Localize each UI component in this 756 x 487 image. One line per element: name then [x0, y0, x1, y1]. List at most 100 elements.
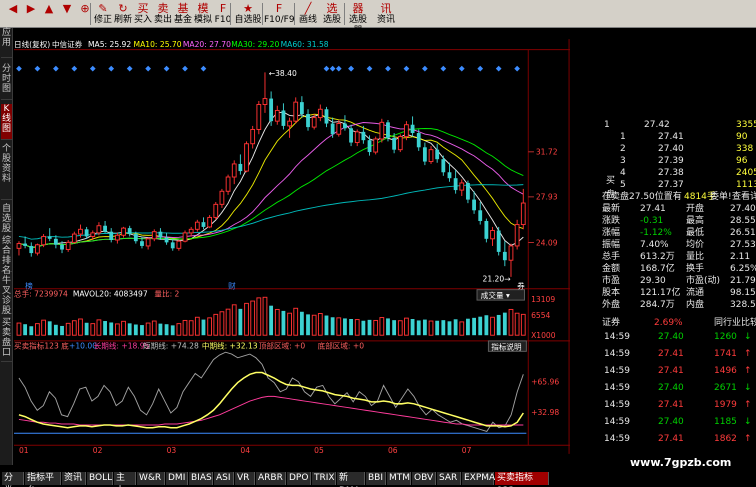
toolbar-button-7[interactable]: 买买入	[132, 1, 154, 27]
volume-bar	[502, 312, 507, 336]
toolbar-separator	[344, 3, 345, 25]
candle-body	[502, 251, 507, 261]
indicator-line2-label: 长期线: +18.95	[94, 340, 150, 350]
draw-icon: ╱	[304, 2, 312, 15]
indicator-tab-12[interactable]: TRIX	[312, 472, 336, 485]
volume-bar	[299, 311, 304, 336]
indicator-tab-17[interactable]: SAR	[437, 472, 461, 485]
bid-level: 5	[620, 180, 626, 190]
volume-bar	[176, 323, 182, 336]
sidebar-item-1[interactable]: 分时图	[1, 64, 12, 100]
indicator-tab-19[interactable]: 买卖指标123	[495, 472, 549, 487]
indicator-tab-16[interactable]: OBV	[412, 472, 436, 485]
indicator-tab-15[interactable]: MTM	[387, 472, 411, 485]
stat-value-2: 328.5	[730, 300, 756, 310]
candle-body	[182, 232, 188, 242]
x-axis-label-05: 05	[314, 446, 324, 455]
toolbar-button-13[interactable]: F F10/F9	[264, 1, 295, 27]
indicator-tab-18[interactable]: EXPMA	[462, 472, 495, 485]
indicator-tab-11[interactable]: DPO	[287, 472, 311, 485]
price-label-27-93: 27.93	[536, 193, 558, 202]
quote-panel: 127.423355买盘127.4190227.40338327.3996427…	[600, 28, 756, 465]
toolbar-button-5[interactable]: ✎ 修正	[92, 1, 114, 27]
candle-body	[330, 123, 335, 135]
volume-bar	[47, 321, 52, 336]
sidebar-item-3[interactable]: 个股资料	[1, 144, 12, 200]
volume-bar	[103, 321, 107, 336]
toolbar: ◀ ▶ ▲ ▼ ⊕ ✎ 修正 ↻ 刷新买买入卖卖出基基金模模拟 F F10 ★ 自选股 F F10/F9 ╱ 画…	[0, 0, 756, 36]
volume-bar	[53, 324, 58, 336]
candle-body	[176, 240, 182, 249]
indicator-tab-7[interactable]: BIAS	[189, 472, 213, 485]
indicator-tab-6[interactable]: DMI	[166, 472, 188, 485]
indicator-tab-10[interactable]: ARBR	[256, 472, 286, 485]
indicator-tab-3[interactable]: BOLL	[87, 472, 113, 485]
stat-row: 金额 168.7亿 换手 6.25%	[600, 264, 756, 275]
tick-price: 27.41	[658, 400, 684, 410]
indicator-tab-5[interactable]: W&R	[137, 472, 165, 485]
sidebar-item-2[interactable]: K线图	[1, 104, 12, 140]
bid-level: 2	[620, 144, 626, 154]
indicator-tab-13[interactable]: 新DMA	[337, 472, 365, 487]
candle-body	[324, 109, 329, 124]
tick-row: 14:59 27.40 1260 ↓	[600, 332, 756, 343]
toolbar-button-14[interactable]: ╱ 画线	[296, 1, 320, 27]
sidebar-item-4[interactable]: 自选股	[1, 204, 12, 234]
toolbar-button-12[interactable]: ★ 自选股	[234, 1, 262, 27]
stat-value-1: -0.31	[640, 216, 664, 226]
indicator-tab-14[interactable]: BBI	[366, 472, 386, 485]
indicator-tab-2[interactable]: 资讯	[62, 472, 86, 485]
volume-bar	[330, 317, 335, 336]
sidebar-item-6[interactable]: 牛叉诊股	[1, 276, 12, 316]
toolbar-button-9[interactable]: 基基金	[172, 1, 194, 27]
toolbar-button-17[interactable]: 讯资讯	[374, 1, 398, 27]
volume-bar	[158, 323, 163, 336]
volume-bar	[435, 320, 440, 336]
tick-row: 14:59 27.40 1185 ↓	[600, 417, 756, 428]
volume-bar	[343, 318, 347, 336]
tick-volume: 1979	[714, 400, 737, 410]
candle-body	[23, 243, 28, 246]
candle-body	[306, 114, 310, 128]
volume-total-label: 总手: 7239974	[14, 288, 68, 298]
left-sidebar: 应用分时图 K线图个股资料自选股综合排名 牛叉诊股买卖盘口	[0, 28, 13, 465]
volume-bar	[60, 325, 64, 336]
candle-body	[250, 128, 256, 145]
volume-bar	[349, 319, 353, 336]
toolbar-button-10[interactable]: 模模拟	[192, 1, 214, 27]
sell-icon: 卖	[157, 2, 169, 15]
stat-value-2: 26.51	[730, 228, 756, 238]
candle-body	[109, 231, 114, 241]
sidebar-item-7[interactable]: 买卖盘口	[1, 318, 12, 362]
indicator-tab-8[interactable]: ASI	[214, 472, 234, 485]
toolbar-button-label: 基金	[173, 15, 192, 25]
volume-bar	[281, 310, 286, 336]
toolbar-button-16[interactable]: 器选股器	[346, 1, 370, 36]
indicator-line5-label: 顶部区域: +0	[259, 340, 306, 350]
candle-body	[140, 241, 144, 246]
stat-value-2: 27.40	[730, 204, 756, 214]
candle-body	[428, 149, 434, 163]
sidebar-item-0[interactable]: 应用	[1, 28, 12, 58]
candle-body	[145, 238, 151, 247]
up-arrow-icon: ↑	[744, 400, 752, 410]
indicator-tab-1[interactable]: 指标平台	[25, 472, 61, 487]
sidebar-item-5[interactable]: 综合排名	[1, 236, 12, 276]
info-action: 委单!	[710, 192, 732, 202]
up-arrow-icon: ↑	[744, 366, 752, 376]
indicator-tab-4[interactable]: 主力	[114, 472, 136, 487]
toolbar-button-6[interactable]: ↻ 刷新	[112, 1, 134, 27]
stat-key-2: 均价	[686, 240, 705, 250]
candle-body	[114, 234, 120, 241]
toolbar-button-8[interactable]: 卖卖出	[152, 1, 174, 27]
stat-row: 涨跌 -0.31 最高 28.55	[600, 216, 756, 227]
candle-body	[121, 227, 126, 236]
x-axis-label-04: 04	[240, 446, 250, 455]
indicator-tab-9[interactable]: VR	[235, 472, 255, 485]
toolbar-button-15[interactable]: 选选股	[320, 1, 344, 27]
indicator-tab-0[interactable]: 分类	[2, 472, 24, 487]
volume-bar	[361, 320, 366, 336]
kline-chart[interactable]: 日线(复权) 中信证券 MA5: 25.92 MA10: 25.70 MA20: 2…	[14, 28, 570, 465]
stat-row: 涨幅 -1.12% 最低 26.51	[600, 228, 756, 239]
volume-axis-mid: 6554	[531, 311, 550, 320]
